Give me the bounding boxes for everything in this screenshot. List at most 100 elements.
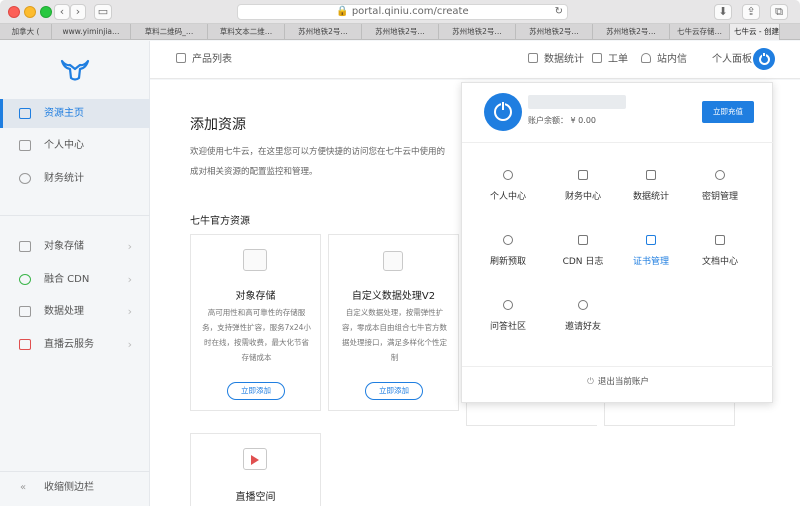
browser-tab[interactable]: 草料二维码_… <box>131 24 208 40</box>
browser-window: ‹ › ▭ 🔒 portal.qiniu.com/create ↻ ⬇ ⇪ ⧉ 加拿… <box>0 0 800 506</box>
card-title: 直播空间 <box>235 492 276 503</box>
menu-key-management[interactable]: 密钥管理 <box>686 170 754 202</box>
refresh-icon <box>503 235 513 245</box>
menu-finance-center[interactable]: 财务中心 <box>549 170 617 202</box>
browser-tab[interactable]: 加拿大 ( <box>0 24 52 40</box>
sidebar-toggle-button[interactable]: ▭ <box>94 4 112 20</box>
browser-tab[interactable]: 苏州地铁2号… <box>439 24 516 40</box>
data-process-icon <box>19 306 31 317</box>
menu-cdn-log[interactable]: CDN 日志 <box>549 235 617 267</box>
balance-label: 账户余额： <box>528 116 568 125</box>
add-storage-button[interactable]: 立即添加 <box>227 382 285 400</box>
wallet-icon <box>578 170 588 180</box>
forward-button[interactable]: › <box>70 4 86 20</box>
browser-tab[interactable]: 七牛云存储… <box>670 24 730 40</box>
reload-icon[interactable]: ↻ <box>555 5 563 19</box>
ticket-label: 工单 <box>608 54 628 65</box>
section-title: 七牛官方资源 <box>190 216 250 227</box>
recharge-button[interactable]: 立即充值 <box>702 101 754 123</box>
page-title: 添加资源 <box>190 117 246 133</box>
browser-toolbar: ‹ › ▭ 🔒 portal.qiniu.com/create ↻ ⬇ ⇪ ⧉ <box>0 0 800 24</box>
cdn-icon <box>19 274 31 285</box>
sidebar-item-label: 融合 CDN <box>44 274 90 285</box>
divider <box>462 366 774 367</box>
divider <box>0 215 150 216</box>
description-line: 成对相关资源的配置监控和管理。 <box>190 167 318 177</box>
browser-tab[interactable]: www.yiminjia… <box>52 24 131 40</box>
back-button[interactable]: ‹ <box>54 4 70 20</box>
close-window-button[interactable] <box>8 6 20 18</box>
card-description: 高可用性和高可靠性的存储服务，支持弹性扩容，服务7x24小时在线，按需收费，最大… <box>202 308 311 362</box>
downloads-button[interactable]: ⬇ <box>714 4 732 20</box>
share-button[interactable]: ⇪ <box>742 4 760 20</box>
menu-docs-center[interactable]: 文档中心 <box>686 235 754 267</box>
menu-qa-community[interactable]: 问答社区 <box>474 300 542 332</box>
add-dataproc-button[interactable]: 立即添加 <box>365 382 423 400</box>
collapse-sidebar-button[interactable]: « 收缩侧边栏 <box>0 473 150 502</box>
chevron-left-icon: ‹ <box>59 5 65 18</box>
home-icon <box>19 108 31 119</box>
browser-tab[interactable]: 苏州地铁2号… <box>516 24 593 40</box>
key-icon <box>715 170 725 180</box>
sidebar-item-storage[interactable]: 对象存储 › <box>0 232 150 261</box>
sidebar-icon: ▭ <box>97 5 109 18</box>
chevron-right-icon: › <box>127 273 132 286</box>
sidebar-item-label: 数据处理 <box>44 306 84 317</box>
sidebar-item-home[interactable]: 资源主页 <box>0 99 150 128</box>
user-icon <box>503 170 513 180</box>
product-list-button[interactable]: 产品列表 <box>176 41 232 79</box>
clipboard-icon <box>592 53 602 63</box>
tab-overview-button[interactable]: ⧉ <box>770 4 788 20</box>
menu-personal-center[interactable]: 个人中心 <box>474 170 542 202</box>
address-bar[interactable]: 🔒 portal.qiniu.com/create ↻ <box>237 4 568 20</box>
sidebar-item-cdn[interactable]: 融合 CDN › <box>0 265 150 294</box>
divider <box>462 142 774 143</box>
sidebar-item-label: 对象存储 <box>44 241 84 252</box>
sidebar-item-finance[interactable]: 财务统计 <box>0 164 150 193</box>
panel-label: 个人面板 <box>712 54 752 65</box>
menu-label: 刷新预取 <box>489 257 526 267</box>
browser-tab[interactable]: 苏州地铁2号… <box>593 24 670 40</box>
balance: 账户余额： ¥ 0.00 <box>528 115 596 126</box>
inbox-link[interactable]: 站内信 <box>641 41 687 79</box>
personal-panel-button[interactable]: 个人面板 <box>712 41 752 79</box>
browser-tab-active[interactable]: 七牛云 - 创建… <box>730 24 780 40</box>
stats-link[interactable]: 数据统计 <box>528 41 584 79</box>
bell-icon <box>641 53 651 63</box>
clipboard-icon <box>578 235 588 245</box>
ticket-link[interactable]: 工单 <box>592 41 628 79</box>
avatar[interactable] <box>753 48 775 70</box>
grid-icon <box>176 53 186 63</box>
menu-label: 密钥管理 <box>701 192 738 202</box>
menu-refresh-prefetch[interactable]: 刷新预取 <box>474 235 542 267</box>
minimize-window-button[interactable] <box>24 6 36 18</box>
chevron-right-icon: › <box>127 240 132 253</box>
storage-card-icon <box>243 249 267 271</box>
zoom-window-button[interactable] <box>40 6 52 18</box>
browser-tab[interactable]: 草料文本二维… <box>208 24 285 40</box>
chevron-right-icon: › <box>127 305 132 318</box>
description-line: 欢迎使用七牛云，在这里您可以方便快捷的访问您在七牛云中使用的 <box>190 147 446 157</box>
finance-icon <box>19 173 31 184</box>
sidebar-item-label: 直播云服务 <box>44 339 94 350</box>
sidebar-item-label: 财务统计 <box>44 173 84 184</box>
menu-data-stats[interactable]: 数据统计 <box>617 170 685 202</box>
menu-invite-friends[interactable]: 邀请好友 <box>549 300 617 332</box>
inbox-label: 站内信 <box>657 54 687 65</box>
double-chevron-left-icon: « <box>20 482 27 493</box>
sidebar-item-personal[interactable]: 个人中心 <box>0 131 150 160</box>
browser-tab[interactable]: 苏州地铁2号… <box>285 24 362 40</box>
menu-label: 问答社区 <box>489 322 526 332</box>
logout-button[interactable]: ⏻ 退出当前账户 <box>462 375 774 387</box>
menu-cert-management[interactable]: 证书管理 <box>617 235 685 267</box>
qiniu-logo-icon <box>60 59 90 81</box>
question-bubble-icon <box>503 300 513 310</box>
tabs-icon: ⧉ <box>775 5 783 18</box>
top-header: 产品列表 数据统计 工单 站内信 个人面板 <box>150 41 800 79</box>
user-card-icon <box>19 140 31 151</box>
sidebar-item-live[interactable]: 直播云服务 › <box>0 330 150 359</box>
browser-tab[interactable]: 苏州地铁2号… <box>362 24 439 40</box>
account-name-blurred <box>528 95 626 109</box>
chart-icon <box>528 53 538 63</box>
sidebar-item-dataproc[interactable]: 数据处理 › <box>0 297 150 326</box>
